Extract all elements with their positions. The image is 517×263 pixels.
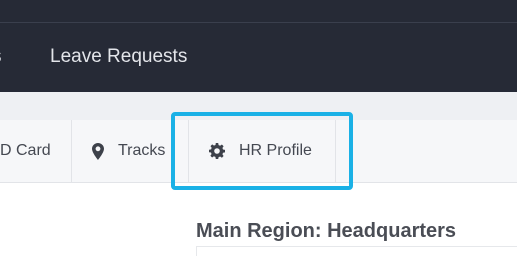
tab-hr-profile-label: HR Profile	[239, 142, 312, 159]
map-pin-icon	[92, 142, 104, 160]
nav-divider	[0, 22, 517, 23]
nav-item-partial[interactable]: s	[0, 45, 2, 69]
tab-id-card[interactable]: D Card	[0, 120, 72, 182]
gear-icon	[209, 143, 225, 159]
profile-tab-bar: D Card Tracks HR Profile	[0, 120, 517, 183]
tab-id-card-label: D Card	[0, 142, 51, 159]
region-title: Main Region: Headquarters	[196, 220, 457, 242]
tab-tracks[interactable]: Tracks	[72, 120, 189, 182]
top-navigation-bar: s Leave Requests	[0, 0, 517, 92]
tab-tracks-label: Tracks	[118, 142, 166, 159]
tab-hr-profile[interactable]: HR Profile	[189, 120, 336, 182]
nav-item-leave-requests[interactable]: Leave Requests	[50, 45, 187, 69]
region-panel-edge	[196, 246, 517, 256]
subheader-band	[0, 92, 517, 120]
